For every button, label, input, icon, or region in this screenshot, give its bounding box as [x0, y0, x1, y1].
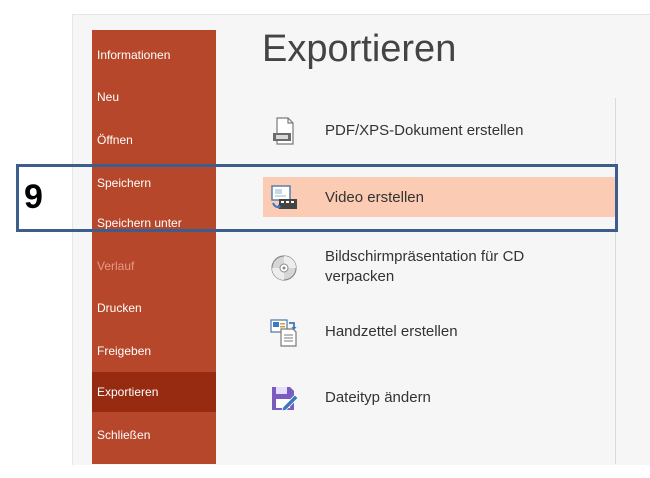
option-label: Dateityp ändern [325, 389, 431, 406]
save-as-icon [269, 383, 299, 413]
sidebar-item-neu[interactable]: Neu [92, 77, 216, 117]
option-handout[interactable]: Handzettel erstellen [263, 311, 615, 351]
sidebar-item-oeffnen[interactable]: Öffnen [92, 120, 216, 160]
pdf-document-icon [269, 116, 299, 146]
option-label: PDF/XPS-Dokument erstellen [325, 122, 524, 139]
option-cd[interactable]: Bildschirmpräsentation für CD verpacken [263, 245, 615, 285]
cd-icon [269, 253, 299, 283]
backstage-sidebar: Informationen Neu Öffnen Speichern Speic… [92, 30, 216, 464]
options-divider [615, 98, 616, 464]
sidebar-item-exportieren[interactable]: Exportieren [92, 372, 216, 412]
sidebar-item-verlauf: Verlauf [97, 259, 135, 273]
highlight-callout-box [16, 164, 618, 232]
option-pdf-xps[interactable]: PDF/XPS-Dokument erstellen [263, 110, 615, 150]
sidebar-item-drucken[interactable]: Drucken [92, 288, 216, 328]
handout-icon [269, 317, 299, 347]
sidebar-item-schliessen[interactable]: Schließen [92, 415, 216, 455]
option-change-filetype[interactable]: Dateityp ändern [263, 377, 615, 417]
option-label: Bildschirmpräsentation für CD verpacken [325, 248, 525, 285]
sidebar-item-freigeben[interactable]: Freigeben [92, 331, 216, 371]
sidebar-item-informationen[interactable]: Informationen [92, 35, 216, 75]
callout-number: 9 [24, 178, 43, 216]
option-label: Handzettel erstellen [325, 323, 458, 340]
page-title: Exportieren [262, 28, 457, 70]
